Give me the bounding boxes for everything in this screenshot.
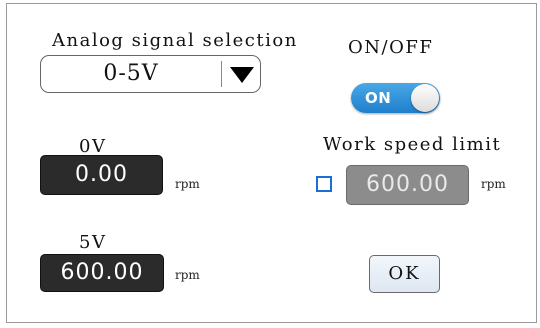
work-speed-limit-unit: rpm (481, 177, 506, 191)
work-speed-limit-label: Work speed limit (323, 134, 502, 155)
work-speed-limit-input: 600.00 (346, 165, 469, 205)
ok-button[interactable]: OK (369, 255, 440, 293)
on-off-toggle[interactable]: ON (351, 83, 440, 113)
zero-volt-label: 0V (79, 136, 107, 157)
toggle-knob (411, 84, 439, 112)
on-off-label: ON/OFF (348, 37, 434, 58)
zero-volt-speed-input[interactable]: 0.00 (40, 155, 163, 195)
analog-signal-value: 0-5V (103, 61, 159, 86)
dropdown-divider (221, 61, 222, 87)
five-volt-speed-input[interactable]: 600.00 (40, 254, 164, 292)
zero-volt-unit: rpm (175, 177, 200, 191)
toggle-state-label: ON (365, 89, 392, 107)
five-volt-unit: rpm (175, 268, 200, 282)
analog-signal-dropdown[interactable]: 0-5V (40, 55, 261, 93)
five-volt-label: 5V (79, 232, 107, 253)
analog-signal-label: Analog signal selection (52, 30, 298, 51)
work-speed-limit-checkbox[interactable] (316, 176, 332, 192)
triangle-down-icon[interactable] (229, 66, 255, 84)
